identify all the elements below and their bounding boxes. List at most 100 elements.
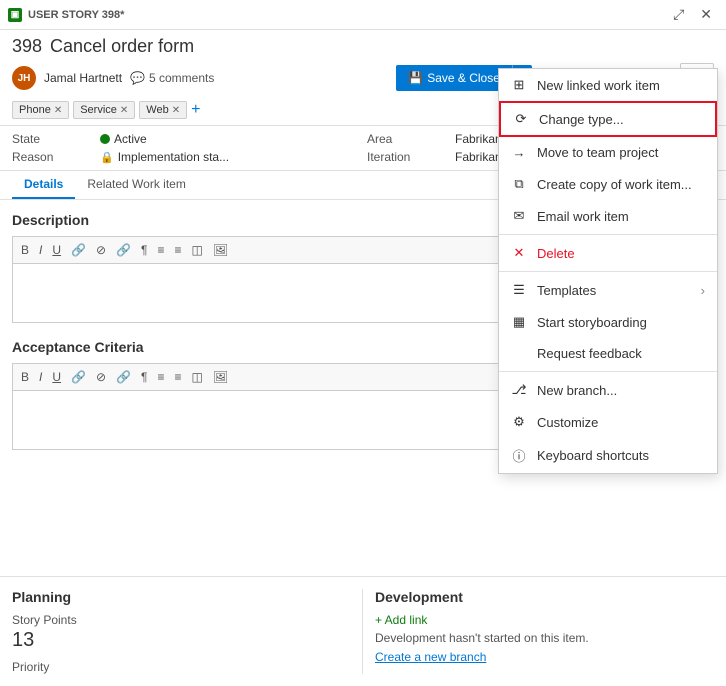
title-bar-label: USER STORY 398* xyxy=(28,9,124,21)
acceptance-strikethrough[interactable]: ⊘ xyxy=(92,368,110,386)
acceptance-highlight[interactable]: 🔗 xyxy=(112,368,135,386)
storyboard-icon: ▦ xyxy=(511,314,527,330)
tag-service-close[interactable]: ✕ xyxy=(120,105,128,116)
description-list-ol[interactable]: ≡ xyxy=(170,241,185,259)
tag-web-close[interactable]: ✕ xyxy=(172,105,180,116)
move-team-icon: → xyxy=(511,145,527,160)
state-value: Active xyxy=(100,132,359,146)
new-branch-icon: ⎇ xyxy=(511,382,527,398)
tag-service-label: Service xyxy=(80,104,117,116)
tag-phone-label: Phone xyxy=(19,104,51,116)
avatar: JH xyxy=(12,66,36,90)
email-icon: ✉ xyxy=(511,208,527,224)
menu-item-new-branch[interactable]: ⎇ New branch... xyxy=(499,374,717,406)
save-icon: 💾 xyxy=(408,71,423,85)
work-item-name[interactable]: Cancel order form xyxy=(50,36,194,57)
tag-phone-close[interactable]: ✕ xyxy=(54,105,62,116)
tab-details[interactable]: Details xyxy=(12,171,75,199)
description-italic[interactable]: I xyxy=(35,241,46,259)
menu-item-shortcuts[interactable]: ⓘ Keyboard shortcuts xyxy=(499,438,717,473)
tag-service: Service ✕ xyxy=(73,101,135,119)
add-link-button[interactable]: + Add link xyxy=(375,613,714,627)
close-button[interactable]: ✕ xyxy=(694,2,718,27)
acceptance-indent[interactable]: ◫ xyxy=(187,368,206,386)
title-bar-left: ▣ USER STORY 398* xyxy=(8,8,124,22)
title-bar-right: ⤢ ✕ xyxy=(667,2,718,27)
dev-note: Development hasn't started on this item. xyxy=(375,631,714,645)
bottom-section: Planning Story Points 13 Priority Develo… xyxy=(0,576,726,686)
templates-chevron-icon: › xyxy=(701,283,705,298)
description-bold[interactable]: B xyxy=(17,241,33,259)
development-section: Development + Add link Development hasn'… xyxy=(363,589,714,674)
menu-label-feedback: Request feedback xyxy=(537,346,705,361)
description-image[interactable]: 🖼 xyxy=(209,241,232,259)
description-strikethrough[interactable]: ⊘ xyxy=(92,241,110,259)
description-indent[interactable]: ◫ xyxy=(187,241,206,259)
menu-divider-3 xyxy=(499,371,717,372)
menu-item-customize[interactable]: ⚙ Customize xyxy=(499,406,717,438)
iteration-label: Iteration xyxy=(367,150,447,164)
menu-label-create-copy: Create copy of work item... xyxy=(537,177,705,192)
delete-icon: ✕ xyxy=(511,245,527,261)
menu-label-move-team: Move to team project xyxy=(537,145,705,160)
comments-icon: 💬 xyxy=(130,71,145,85)
story-points-value[interactable]: 13 xyxy=(12,629,350,652)
menu-item-create-copy[interactable]: ⧉ Create copy of work item... xyxy=(499,168,717,200)
author-name: Jamal Hartnett xyxy=(44,71,122,85)
tag-phone: Phone ✕ xyxy=(12,101,69,119)
shortcuts-icon: ⓘ xyxy=(511,446,527,465)
tag-web: Web ✕ xyxy=(139,101,187,119)
menu-item-delete[interactable]: ✕ Delete xyxy=(499,237,717,269)
menu-divider-1 xyxy=(499,234,717,235)
story-points-label: Story Points xyxy=(12,613,350,627)
acceptance-image[interactable]: 🖼 xyxy=(209,368,232,386)
area-label: Area xyxy=(367,132,447,146)
description-list-ul[interactable]: ≡ xyxy=(153,241,168,259)
acceptance-bold[interactable]: B xyxy=(17,368,33,386)
save-close-button[interactable]: 💾 Save & Close xyxy=(396,65,512,91)
work-item-title-row: 398 Cancel order form xyxy=(12,36,714,57)
comments-button[interactable]: 💬 5 comments xyxy=(130,71,214,85)
add-tag-button[interactable]: + xyxy=(191,101,200,119)
description-para[interactable]: ¶ xyxy=(137,241,151,259)
menu-item-email[interactable]: ✉ Email work item xyxy=(499,200,717,232)
acceptance-italic[interactable]: I xyxy=(35,368,46,386)
development-title: Development xyxy=(375,589,714,605)
menu-label-shortcuts: Keyboard shortcuts xyxy=(537,448,705,463)
acceptance-underline[interactable]: U xyxy=(48,368,65,386)
tab-related-work-item[interactable]: Related Work item xyxy=(75,171,197,199)
menu-label-new-linked: New linked work item xyxy=(537,78,705,93)
priority-label: Priority xyxy=(12,660,350,674)
menu-label-customize: Customize xyxy=(537,415,705,430)
feedback-icon xyxy=(511,346,527,361)
menu-item-change-type[interactable]: ⟳ Change type... xyxy=(499,101,717,137)
description-underline[interactable]: U xyxy=(48,241,65,259)
title-bar: ▣ USER STORY 398* ⤢ ✕ xyxy=(0,0,726,30)
work-item-icon: ▣ xyxy=(8,8,22,22)
menu-item-feedback[interactable]: Request feedback xyxy=(499,338,717,369)
new-linked-icon: ⊞ xyxy=(511,77,527,93)
menu-item-new-linked[interactable]: ⊞ New linked work item xyxy=(499,69,717,101)
work-item-id: 398 xyxy=(12,36,42,57)
description-highlight[interactable]: 🔗 xyxy=(112,241,135,259)
acceptance-list-ul[interactable]: ≡ xyxy=(153,368,168,386)
menu-label-change-type: Change type... xyxy=(539,112,703,127)
acceptance-list-ol[interactable]: ≡ xyxy=(170,368,185,386)
create-copy-icon: ⧉ xyxy=(511,176,527,192)
add-link-label: + Add link xyxy=(375,613,427,627)
menu-item-storyboard[interactable]: ▦ Start storyboarding xyxy=(499,306,717,338)
customize-icon: ⚙ xyxy=(511,414,527,430)
menu-item-move-team[interactable]: → Move to team project xyxy=(499,137,717,168)
menu-label-email: Email work item xyxy=(537,209,705,224)
expand-button[interactable]: ⤢ xyxy=(667,2,690,27)
comments-count: 5 comments xyxy=(149,71,214,85)
create-branch-link[interactable]: Create a new branch xyxy=(375,650,486,664)
lock-icon: 🔒 xyxy=(100,151,114,164)
menu-item-templates[interactable]: ☰ Templates › xyxy=(499,274,717,306)
reason-value: 🔒 Implementation sta... xyxy=(100,150,359,164)
acceptance-link[interactable]: 🔗 xyxy=(67,368,90,386)
description-link[interactable]: 🔗 xyxy=(67,241,90,259)
tag-web-label: Web xyxy=(146,104,168,116)
acceptance-para[interactable]: ¶ xyxy=(137,368,151,386)
dropdown-menu: ⊞ New linked work item ⟳ Change type... … xyxy=(498,68,718,474)
